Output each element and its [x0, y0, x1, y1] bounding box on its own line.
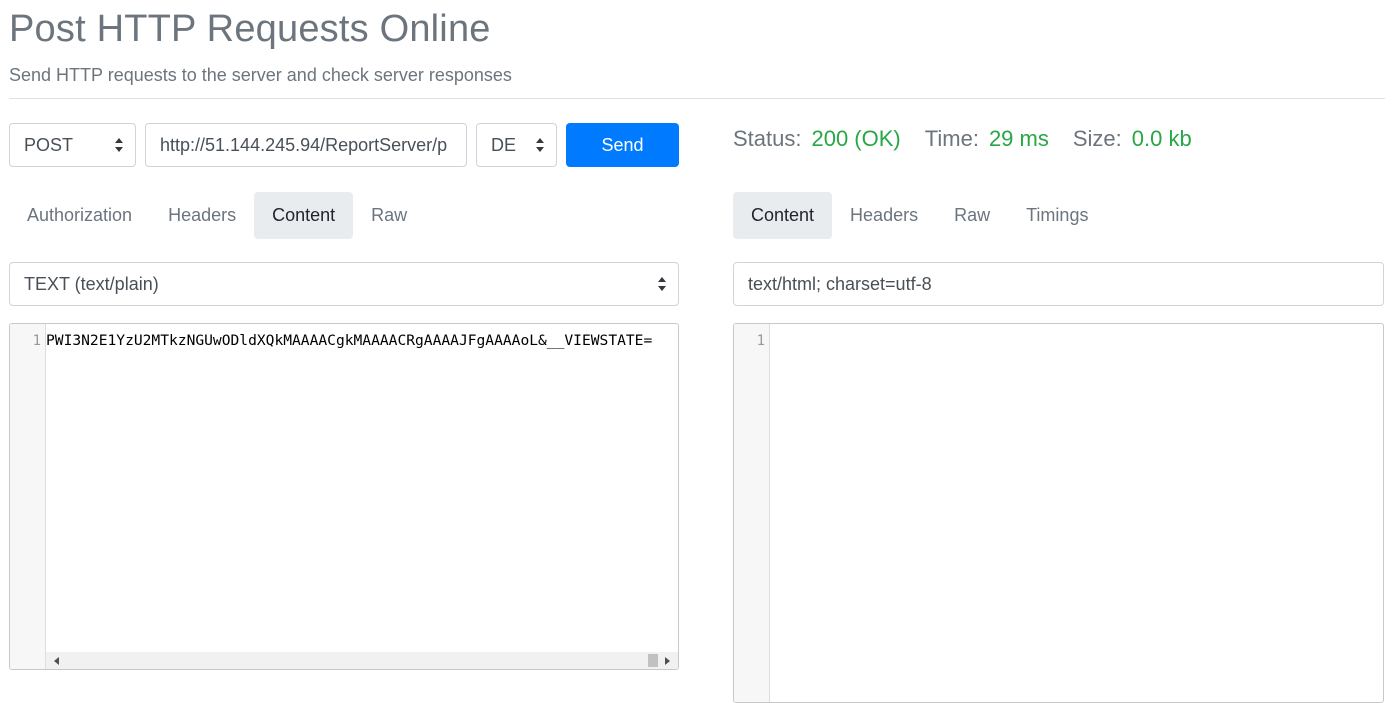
- response-body-editor[interactable]: 1: [733, 323, 1384, 703]
- response-tab-headers[interactable]: Headers: [832, 192, 936, 239]
- select-arrows-icon: [658, 277, 666, 291]
- response-status-bar: Status: 200 (OK) Time: 29 ms Size: 0.0 k…: [733, 124, 1216, 154]
- tab-authorization[interactable]: Authorization: [9, 192, 150, 239]
- header-divider: [9, 98, 1385, 99]
- response-tabs: Content Headers Raw Timings: [733, 192, 1106, 239]
- line-number: 1: [756, 333, 765, 349]
- method-select[interactable]: POST: [9, 123, 136, 167]
- status-label: Status:: [733, 126, 802, 151]
- response-content-type-field[interactable]: text/html; charset=utf-8: [733, 262, 1384, 306]
- response-content-type-value: text/html; charset=utf-8: [748, 273, 932, 294]
- status-value: 200 (OK): [811, 126, 901, 151]
- scroll-left-arrow-icon[interactable]: [54, 657, 59, 665]
- select-arrows-icon: [115, 138, 123, 152]
- send-button[interactable]: Send: [566, 123, 679, 167]
- page-title: Post HTTP Requests Online: [9, 8, 491, 50]
- extra-select[interactable]: DE: [476, 123, 557, 167]
- response-tab-raw[interactable]: Raw: [936, 192, 1008, 239]
- select-arrows-icon: [536, 138, 544, 152]
- response-tab-content[interactable]: Content: [733, 192, 833, 239]
- time-value: 29 ms: [988, 126, 1049, 151]
- url-input[interactable]: http://51.144.245.94/ReportServer/p: [145, 123, 467, 167]
- method-select-value: POST: [24, 134, 74, 155]
- editor-gutter: 1: [10, 324, 46, 669]
- extra-select-value: DE: [491, 134, 517, 155]
- tab-raw[interactable]: Raw: [353, 192, 425, 239]
- line-number: 1: [32, 333, 41, 349]
- scroll-right-arrow-icon[interactable]: [665, 657, 670, 665]
- size-label: Size:: [1072, 126, 1122, 151]
- page-subtitle: Send HTTP requests to the server and che…: [9, 65, 512, 85]
- tab-headers[interactable]: Headers: [150, 192, 254, 239]
- horizontal-scrollbar[interactable]: [46, 652, 678, 669]
- size-value: 0.0 kb: [1131, 126, 1192, 151]
- editor-gutter: 1: [734, 324, 770, 702]
- content-type-value: TEXT (text/plain): [24, 273, 159, 294]
- scrollbar-thumb[interactable]: [648, 654, 658, 667]
- time-label: Time:: [924, 126, 979, 151]
- code-line: PWI3N2E1YzU2MTkzNGUwODldXQkMAAAACgkMAAAA…: [46, 332, 678, 352]
- url-input-value: http://51.144.245.94/ReportServer/p: [160, 134, 448, 155]
- code-line-text: PWI3N2E1YzU2MTkzNGUwODldXQkMAAAACgkMAAAA…: [46, 332, 653, 349]
- response-tab-timings[interactable]: Timings: [1008, 192, 1106, 239]
- request-body-editor[interactable]: 1 PWI3N2E1YzU2MTkzNGUwODldXQkMAAAACgkMAA…: [9, 323, 679, 670]
- content-type-select[interactable]: TEXT (text/plain): [9, 262, 679, 306]
- tab-content[interactable]: Content: [254, 192, 354, 239]
- request-tabs: Authorization Headers Content Raw: [9, 192, 425, 239]
